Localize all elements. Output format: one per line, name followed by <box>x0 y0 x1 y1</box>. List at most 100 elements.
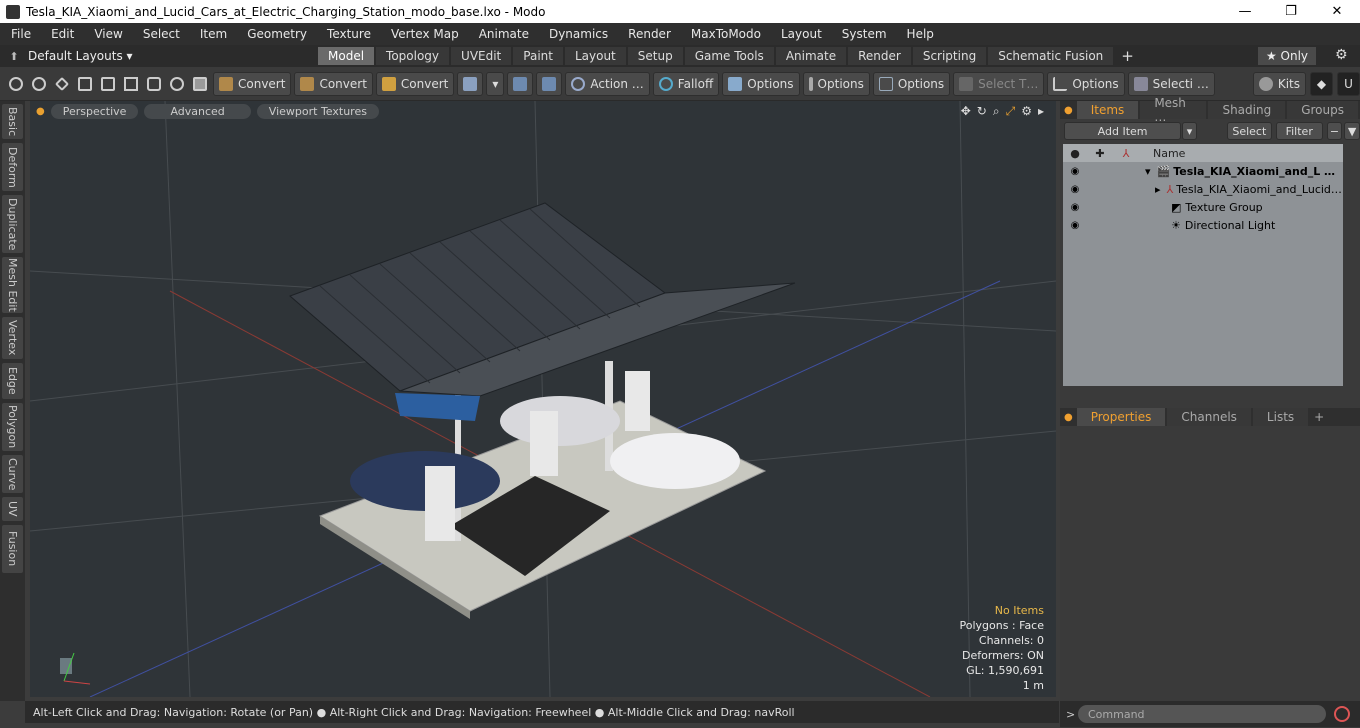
unity-icon[interactable]: ◆ <box>1310 71 1333 96</box>
tab-deform[interactable]: Deform <box>2 143 23 191</box>
record-icon[interactable] <box>1334 706 1350 722</box>
sphere-mode-icon[interactable] <box>28 72 49 96</box>
tab-fusion[interactable]: Fusion <box>2 525 23 573</box>
cube-dropdown-button[interactable] <box>457 71 484 96</box>
tab-uv[interactable]: UV <box>2 497 23 521</box>
pan-icon[interactable]: ✥ <box>961 104 971 119</box>
convert-button-3[interactable]: Convert <box>375 71 455 96</box>
center-mode-icon[interactable] <box>143 72 164 96</box>
select-through-button[interactable]: Select T… <box>953 71 1045 96</box>
pivot-mode-icon[interactable] <box>120 72 141 96</box>
tab-mesh-edit[interactable]: Mesh Edit <box>2 257 23 313</box>
menu-animate[interactable]: Animate <box>468 27 538 41</box>
action-center-button[interactable]: Action … <box>565 71 650 96</box>
menu-layout[interactable]: Layout <box>770 27 831 41</box>
vertex-mode-icon[interactable] <box>5 72 26 96</box>
tree-row[interactable]: ◉ ☀ Directional Light <box>1063 216 1343 234</box>
add-item-dropdown[interactable]: ▾ <box>1182 122 1197 140</box>
tab-topology[interactable]: Topology <box>376 47 450 65</box>
eye-icon[interactable]: ◉ <box>1063 202 1087 213</box>
menu-view[interactable]: View <box>83 27 131 41</box>
item-mode-icon[interactable] <box>97 72 118 96</box>
gear-icon[interactable]: ⚙ <box>1335 47 1348 63</box>
falloff-button[interactable]: Falloff <box>652 71 720 96</box>
tab-edge[interactable]: Edge <box>2 363 23 399</box>
tab-items[interactable]: Items <box>1076 101 1139 119</box>
expand-arrow-icon[interactable]: ▾ <box>1145 165 1151 178</box>
only-toggle[interactable]: ★ Only <box>1258 47 1316 65</box>
tree-row[interactable]: ◉ ▸ ⅄ Tesla_KIA_Xiaomi_and_Lucid… <box>1063 180 1343 198</box>
menu-vertex-map[interactable]: Vertex Map <box>380 27 468 41</box>
tab-basic[interactable]: Basic <box>2 104 23 139</box>
menu-select[interactable]: Select <box>132 27 189 41</box>
tab-properties[interactable]: Properties <box>1076 408 1166 426</box>
options-button-1[interactable]: Options <box>722 71 800 96</box>
menu-render[interactable]: Render <box>617 27 680 41</box>
tree-row[interactable]: ◉ ◩ Texture Group <box>1063 198 1343 216</box>
advanced-button[interactable]: Advanced <box>144 103 251 119</box>
menu-item[interactable]: Item <box>189 27 236 41</box>
tab-mesh[interactable]: Mesh … <box>1140 96 1207 124</box>
convert-button-1[interactable]: Convert <box>213 71 292 96</box>
tab-duplicate[interactable]: Duplicate <box>2 195 23 253</box>
material-mode-icon[interactable] <box>166 72 187 96</box>
tab-schematic-fusion[interactable]: Schematic Fusion <box>988 47 1114 65</box>
viewport-textures-button[interactable]: Viewport Textures <box>256 103 379 119</box>
tab-uvedit[interactable]: UVEdit <box>451 47 512 65</box>
menu-help[interactable]: Help <box>896 27 943 41</box>
minimize-button[interactable]: — <box>1222 0 1268 23</box>
kits-button[interactable]: Kits <box>1252 71 1306 96</box>
options-button-2[interactable]: Options <box>802 71 870 96</box>
tab-polygon[interactable]: Polygon <box>2 403 23 451</box>
tab-render[interactable]: Render <box>848 47 911 65</box>
selection-button[interactable]: Selecti … <box>1127 71 1215 96</box>
default-layouts-dropdown[interactable]: Default Layouts ▾ <box>28 49 318 63</box>
tab-game-tools[interactable]: Game Tools <box>684 47 774 65</box>
collapse-arrow-icon[interactable]: ▸ <box>1155 183 1161 196</box>
menu-geometry[interactable]: Geometry <box>236 27 316 41</box>
funnel-icon[interactable]: ▼ <box>1344 122 1360 140</box>
tab-lists[interactable]: Lists <box>1252 408 1309 426</box>
3d-viewport[interactable]: ● Perspective Advanced Viewport Textures… <box>30 101 1056 697</box>
tab-curve[interactable]: Curve <box>2 455 23 493</box>
options-button-3[interactable]: Options <box>872 71 951 96</box>
rotate-icon[interactable]: ↻ <box>977 104 987 119</box>
snap-button[interactable] <box>536 71 563 96</box>
tab-vertex[interactable]: Vertex <box>2 317 23 359</box>
viewport-arrow-icon[interactable]: ▸ <box>1038 104 1044 119</box>
menu-edit[interactable]: Edit <box>40 27 83 41</box>
edge-mode-icon[interactable] <box>51 72 72 96</box>
add-panel-tab[interactable]: + <box>1314 410 1324 424</box>
shaded-cube-icon[interactable] <box>189 72 210 96</box>
tab-scripting[interactable]: Scripting <box>912 47 987 65</box>
menu-texture[interactable]: Texture <box>316 27 380 41</box>
eye-icon[interactable]: ◉ <box>1063 220 1087 231</box>
close-button[interactable]: ✕ <box>1314 0 1360 23</box>
command-input[interactable]: Command <box>1078 705 1326 723</box>
eye-icon[interactable]: ◉ <box>1063 166 1087 177</box>
add-tab-button[interactable]: + <box>1121 47 1134 65</box>
menu-dynamics[interactable]: Dynamics <box>538 27 617 41</box>
menu-file[interactable]: File <box>0 27 40 41</box>
tab-shading[interactable]: Shading <box>1208 101 1286 119</box>
tab-model[interactable]: Model <box>318 47 375 65</box>
tab-layout[interactable]: Layout <box>564 47 626 65</box>
tab-setup[interactable]: Setup <box>627 47 683 65</box>
menu-system[interactable]: System <box>831 27 896 41</box>
dropdown-arrow[interactable]: ▾ <box>486 71 505 96</box>
tab-groups[interactable]: Groups <box>1287 101 1358 119</box>
layout-up-icon[interactable]: ⬆ <box>0 50 28 63</box>
symmetry-button[interactable] <box>507 71 534 96</box>
viewport-gear-icon[interactable]: ⚙ <box>1021 104 1032 119</box>
zoom-icon[interactable]: ⌕ <box>993 104 1000 119</box>
tab-channels[interactable]: Channels <box>1167 408 1251 426</box>
maximize-button[interactable]: ❐ <box>1268 0 1314 23</box>
convert-button-2[interactable]: Convert <box>294 71 373 96</box>
tree-row[interactable]: ◉ ▾ 🎬 Tesla_KIA_Xiaomi_and_L … <box>1063 162 1343 180</box>
tab-paint[interactable]: Paint <box>513 47 563 65</box>
polygon-mode-icon[interactable] <box>74 72 95 96</box>
tab-animate[interactable]: Animate <box>775 47 847 65</box>
viewport-dot-icon[interactable]: ● <box>36 106 45 117</box>
add-item-button[interactable]: Add Item <box>1064 122 1182 140</box>
perspective-button[interactable]: Perspective <box>50 103 139 119</box>
